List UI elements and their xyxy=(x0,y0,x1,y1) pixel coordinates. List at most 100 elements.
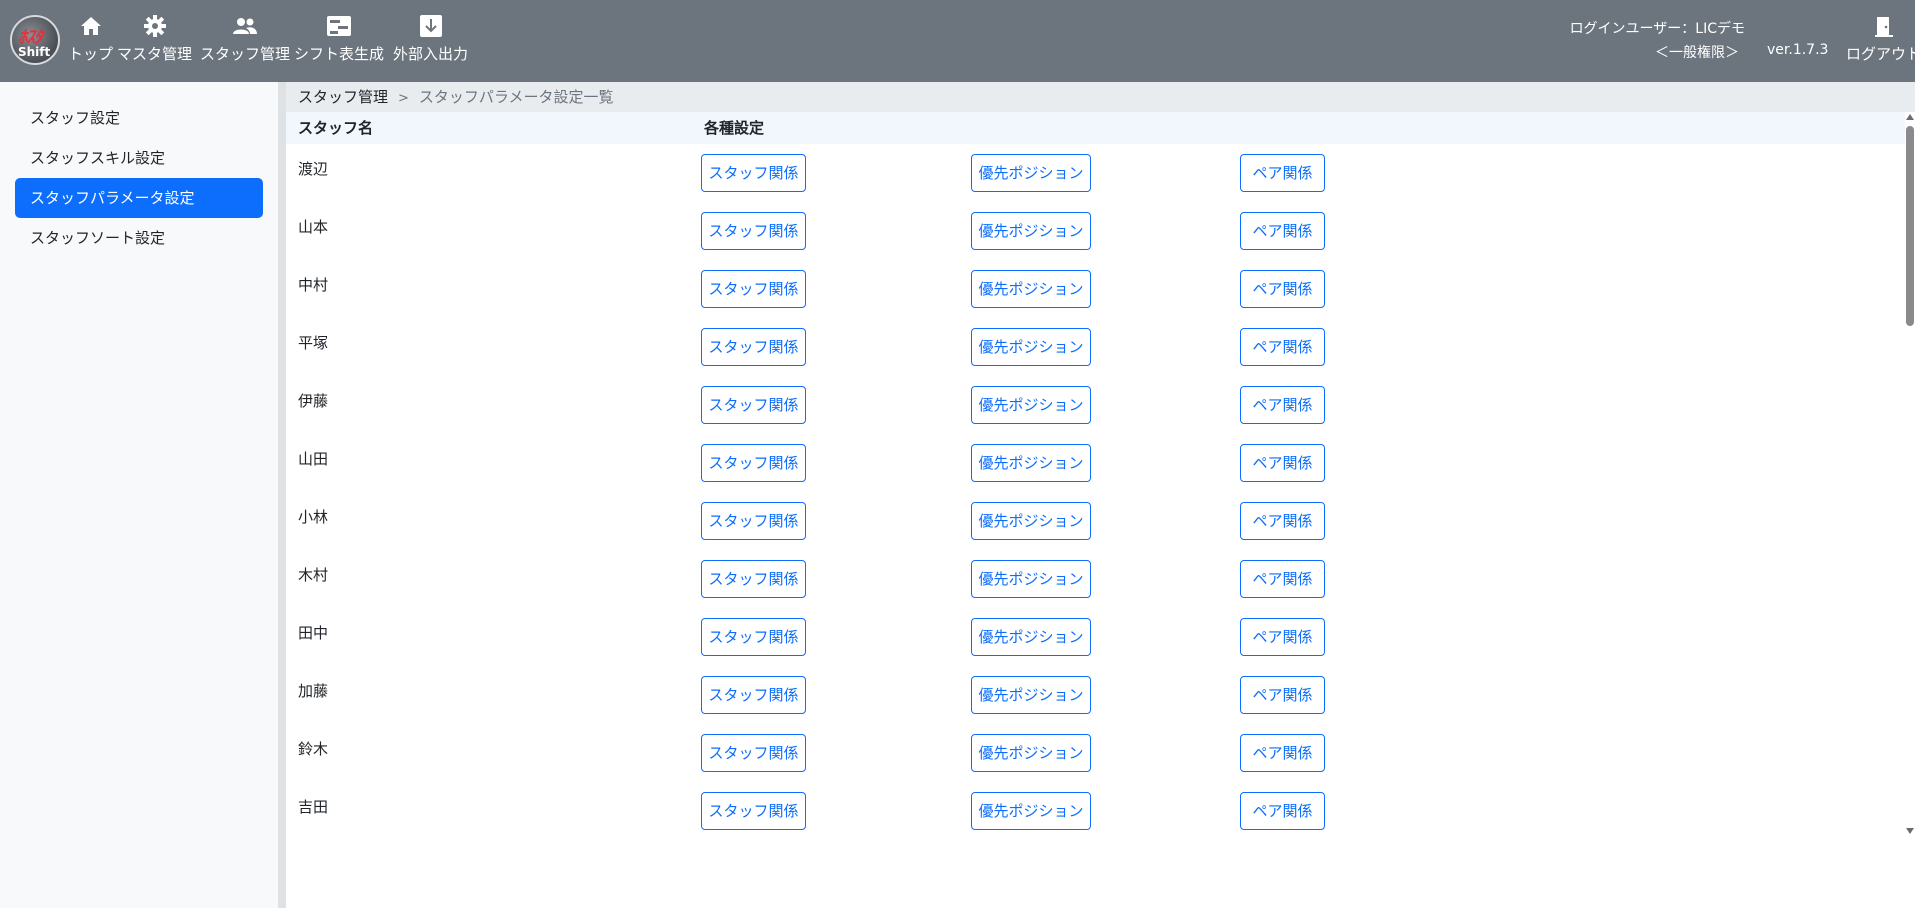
app-logo[interactable]: ﾎｽﾀ Shift xyxy=(10,15,60,65)
table-row: 渡辺 スタッフ関係 優先ポジション ペア関係 xyxy=(286,144,1905,202)
table-row: 山田 スタッフ関係 優先ポジション ペア関係 xyxy=(286,434,1905,492)
door-icon xyxy=(1870,14,1898,38)
staff-name: 中村 xyxy=(298,276,329,294)
staff-name: 山田 xyxy=(298,450,329,468)
sidebar: スタッフ設定 スタッフスキル設定 スタッフパラメータ設定 スタッフソート設定 xyxy=(0,82,278,908)
staff-name: 田中 xyxy=(298,624,329,642)
priority-position-button[interactable]: 優先ポジション xyxy=(971,502,1091,540)
scroll-up-arrow-icon[interactable] xyxy=(1906,114,1914,120)
breadcrumb-parent[interactable]: スタッフ管理 xyxy=(298,88,388,106)
nav-master[interactable]: マスタ管理 xyxy=(117,0,192,82)
login-user: ログインユーザー：LICデモ xyxy=(1569,21,1745,37)
table-row: 伊藤 スタッフ関係 優先ポジション ペア関係 xyxy=(286,376,1905,434)
sidebar-item-staff-parameter-settings[interactable]: スタッフパラメータ設定 xyxy=(15,178,263,218)
priority-position-button[interactable]: 優先ポジション xyxy=(971,444,1091,482)
staff-name: 小林 xyxy=(298,508,329,526)
pair-relation-button[interactable]: ペア関係 xyxy=(1240,502,1325,540)
staff-relation-button[interactable]: スタッフ関係 xyxy=(701,618,806,656)
sidebar-item-staff-settings[interactable]: スタッフ設定 xyxy=(15,98,263,138)
table-row: 加藤 スタッフ関係 優先ポジション ペア関係 xyxy=(286,666,1905,724)
nav-staff[interactable]: スタッフ管理 xyxy=(200,0,290,82)
pair-relation-button[interactable]: ペア関係 xyxy=(1240,212,1325,250)
version-label: ver.1.7.3 xyxy=(1767,42,1829,58)
nav-top-label: トップ xyxy=(68,45,114,63)
pair-relation-button[interactable]: ペア関係 xyxy=(1240,270,1325,308)
staff-relation-button[interactable]: スタッフ関係 xyxy=(701,502,806,540)
scroll-down-arrow-icon[interactable] xyxy=(1906,828,1914,834)
nav-top[interactable]: トップ xyxy=(68,0,113,82)
pair-relation-button[interactable]: ペア関係 xyxy=(1240,676,1325,714)
table-row: 山本 スタッフ関係 優先ポジション ペア関係 xyxy=(286,202,1905,260)
staff-relation-button[interactable]: スタッフ関係 xyxy=(701,676,806,714)
staff-name: 加藤 xyxy=(298,682,329,700)
top-navbar: ﾎｽﾀ Shift トップ マスタ管理 スタッフ管理 シフト表生成 外部入出力 … xyxy=(0,0,1915,82)
vertical-scrollbar[interactable] xyxy=(1905,112,1915,842)
priority-position-button[interactable]: 優先ポジション xyxy=(971,560,1091,598)
pair-relation-button[interactable]: ペア関係 xyxy=(1240,560,1325,598)
nav-io[interactable]: 外部入出力 xyxy=(393,0,468,82)
column-header-staff-name: スタッフ名 xyxy=(298,119,374,137)
staff-relation-button[interactable]: スタッフ関係 xyxy=(701,792,806,830)
priority-position-button[interactable]: 優先ポジション xyxy=(971,270,1091,308)
table-row: 中村 スタッフ関係 優先ポジション ペア関係 xyxy=(286,260,1905,318)
gear-icon xyxy=(141,14,169,38)
nav-shift-generate[interactable]: シフト表生成 xyxy=(294,0,384,82)
table-icon xyxy=(325,14,353,38)
table-row: 田中 スタッフ関係 優先ポジション ペア関係 xyxy=(286,608,1905,666)
sidebar-item-staff-skill-settings[interactable]: スタッフスキル設定 xyxy=(15,138,263,178)
priority-position-button[interactable]: 優先ポジション xyxy=(971,734,1091,772)
pair-relation-button[interactable]: ペア関係 xyxy=(1240,444,1325,482)
pair-relation-button[interactable]: ペア関係 xyxy=(1240,792,1325,830)
sidebar-item-staff-sort-settings[interactable]: スタッフソート設定 xyxy=(15,218,263,258)
table-row: 鈴木 スタッフ関係 優先ポジション ペア関係 xyxy=(286,724,1905,782)
pair-relation-button[interactable]: ペア関係 xyxy=(1240,328,1325,366)
priority-position-button[interactable]: 優先ポジション xyxy=(971,328,1091,366)
table-row: 吉田 スタッフ関係 優先ポジション ペア関係 xyxy=(286,782,1905,840)
staff-relation-button[interactable]: スタッフ関係 xyxy=(701,560,806,598)
table-row: 平塚 スタッフ関係 優先ポジション ペア関係 xyxy=(286,318,1905,376)
staff-relation-button[interactable]: スタッフ関係 xyxy=(701,386,806,424)
logout-label: ログアウト xyxy=(1846,45,1915,63)
staff-name: 吉田 xyxy=(298,798,329,816)
breadcrumb-current: スタッフパラメータ設定一覧 xyxy=(418,88,614,106)
nav-shift-generate-label: シフト表生成 xyxy=(294,45,385,63)
nav-io-label: 外部入出力 xyxy=(393,45,469,63)
staff-relation-button[interactable]: スタッフ関係 xyxy=(701,212,806,250)
user-role: ＜一般権限＞ xyxy=(1655,45,1739,61)
pair-relation-button[interactable]: ペア関係 xyxy=(1240,386,1325,424)
logout-button[interactable]: ログアウト xyxy=(1846,0,1915,82)
table-header: スタッフ名 各種設定 xyxy=(286,112,1905,144)
home-icon xyxy=(77,14,105,38)
logo-text-bottom: Shift xyxy=(18,45,51,59)
nav-master-label: マスタ管理 xyxy=(117,45,193,63)
nav-staff-label: スタッフ管理 xyxy=(200,45,291,63)
staff-relation-button[interactable]: スタッフ関係 xyxy=(701,444,806,482)
priority-position-button[interactable]: 優先ポジション xyxy=(971,676,1091,714)
staff-relation-button[interactable]: スタッフ関係 xyxy=(701,734,806,772)
column-header-settings: 各種設定 xyxy=(704,119,765,137)
staff-name: 平塚 xyxy=(298,334,329,352)
staff-relation-button[interactable]: スタッフ関係 xyxy=(701,154,806,192)
priority-position-button[interactable]: 優先ポジション xyxy=(971,792,1091,830)
staff-name: 渡辺 xyxy=(298,160,329,178)
users-icon xyxy=(231,14,259,38)
priority-position-button[interactable]: 優先ポジション xyxy=(971,386,1091,424)
priority-position-button[interactable]: 優先ポジション xyxy=(971,618,1091,656)
pair-relation-button[interactable]: ペア関係 xyxy=(1240,154,1325,192)
table-row: 木村 スタッフ関係 優先ポジション ペア関係 xyxy=(286,550,1905,608)
download-icon xyxy=(417,14,445,38)
pair-relation-button[interactable]: ペア関係 xyxy=(1240,618,1325,656)
priority-position-button[interactable]: 優先ポジション xyxy=(971,212,1091,250)
breadcrumb-separator: > xyxy=(398,91,409,106)
staff-name: 鈴木 xyxy=(298,740,329,758)
table-row: 小林 スタッフ関係 優先ポジション ペア関係 xyxy=(286,492,1905,550)
scroll-thumb[interactable] xyxy=(1906,126,1914,326)
staff-name: 伊藤 xyxy=(298,392,329,410)
priority-position-button[interactable]: 優先ポジション xyxy=(971,154,1091,192)
staff-relation-button[interactable]: スタッフ関係 xyxy=(701,328,806,366)
sidebar-divider[interactable] xyxy=(278,82,286,908)
user-info: ログインユーザー：LICデモ ＜一般権限＞ xyxy=(1570,17,1745,65)
pair-relation-button[interactable]: ペア関係 xyxy=(1240,734,1325,772)
staff-relation-button[interactable]: スタッフ関係 xyxy=(701,270,806,308)
breadcrumb: スタッフ管理 > スタッフパラメータ設定一覧 xyxy=(286,82,1915,112)
